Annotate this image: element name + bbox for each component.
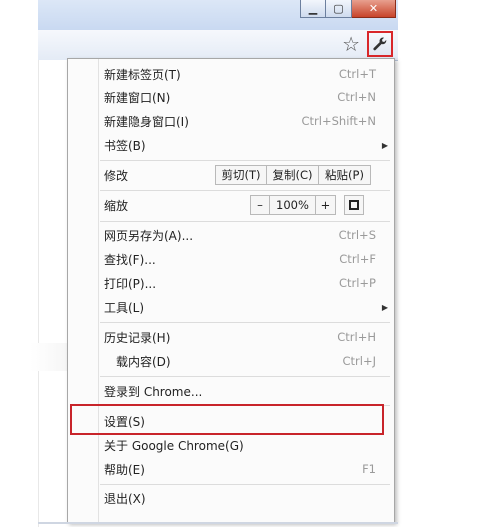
menu-item-label: 关于 Google Chrome(G) — [104, 438, 244, 453]
menu-item-tools[interactable]: 工具(L) ▶ — [104, 296, 388, 318]
wrench-menu-button[interactable] — [367, 31, 393, 57]
menu-item-label: 查找(F)... — [104, 252, 156, 267]
menu-item-new-window[interactable]: 新建窗口(N) Ctrl+N — [104, 86, 376, 108]
menu-item-bookmarks[interactable]: 书签(B) ▶ — [104, 134, 388, 156]
menu-separator — [100, 160, 390, 161]
menu-item-shortcut: Ctrl+N — [337, 90, 376, 104]
menu-item-incognito[interactable]: 新建隐身窗口(I) Ctrl+Shift+N — [104, 110, 376, 132]
settings-highlight-box — [70, 404, 384, 435]
zoom-in-button[interactable]: + — [316, 195, 336, 215]
menu-gutter — [98, 59, 99, 522]
menu-item-label: 退出(X) — [104, 491, 146, 506]
menu-item-sign-in[interactable]: 登录到 Chrome... — [104, 380, 376, 402]
menu-item-label: 工具(L) — [104, 300, 145, 315]
window-controls: ▁ ▢ ✕ — [300, 0, 396, 20]
zoom-out-button[interactable]: – — [250, 195, 270, 215]
wrench-icon — [373, 37, 387, 51]
menu-item-label: 缩放 — [104, 198, 129, 213]
menu-item-find[interactable]: 查找(F)... Ctrl+F — [104, 248, 376, 270]
menu-item-shortcut: Ctrl+T — [338, 67, 376, 81]
menu-separator — [100, 376, 390, 377]
close-icon[interactable]: ✕ — [352, 0, 396, 18]
menu-item-shortcut: Ctrl+J — [342, 354, 377, 368]
page-content-edge — [38, 60, 69, 527]
menu-item-new-tab[interactable]: 新建标签页(T) Ctrl+T — [104, 63, 376, 85]
menu-separator — [100, 484, 390, 485]
menu-item-label: 帮助(E) — [104, 462, 145, 477]
menu-item-shortcut: Ctrl+F — [339, 252, 376, 266]
menu-item-shortcut: Ctrl+Shift+N — [301, 114, 376, 128]
menu-item-shortcut: Ctrl+P — [338, 276, 376, 290]
chrome-main-menu: 新建标签页(T) Ctrl+T 新建窗口(N) Ctrl+N 新建隐身窗口(I)… — [67, 58, 395, 523]
menu-item-help[interactable]: 帮助(E) F1 — [104, 458, 376, 480]
menu-item-label: 打印(P)... — [104, 276, 157, 291]
menu-item-history[interactable]: 历史记录(H) Ctrl+H — [104, 326, 376, 348]
menu-item-shortcut: F1 — [362, 462, 376, 476]
menu-item-label: 登录到 Chrome... — [104, 384, 203, 399]
menu-item-label: 书签(B) — [104, 138, 146, 153]
edit-button-group: 剪切(T) 复制(C) 粘贴(P) — [215, 165, 371, 185]
menu-item-label: 载内容(D) — [116, 354, 171, 369]
fullscreen-button[interactable] — [344, 195, 364, 215]
menu-item-exit[interactable]: 退出(X) — [104, 487, 376, 509]
menu-separator — [100, 221, 390, 222]
menu-item-label: 网页另存为(A)... — [104, 228, 194, 243]
menu-item-label: 新建隐身窗口(I) — [104, 114, 189, 129]
menu-item-downloads[interactable]: 载内容(D) Ctrl+J — [104, 350, 376, 372]
menu-item-save-as[interactable]: 网页另存为(A)... Ctrl+S — [104, 224, 376, 246]
cut-button[interactable]: 剪切(T) — [215, 165, 267, 185]
submenu-arrow-icon: ▶ — [381, 140, 388, 150]
window-titlebar: ▁ ▢ ✕ — [38, 0, 398, 31]
menu-item-shortcut: Ctrl+S — [338, 228, 376, 242]
paste-button[interactable]: 粘贴(P) — [319, 165, 371, 185]
zoom-level: 100% — [270, 195, 316, 215]
menu-item-label: 新建窗口(N) — [104, 90, 171, 105]
bookmark-star-icon[interactable]: ☆ — [342, 34, 360, 54]
menu-item-shortcut: Ctrl+H — [337, 330, 376, 344]
submenu-arrow-icon: ▶ — [381, 302, 388, 312]
menu-item-label: 新建标签页(T) — [104, 67, 181, 82]
copy-button[interactable]: 复制(C) — [267, 165, 319, 185]
menu-separator — [100, 322, 390, 323]
browser-toolbar: ☆ — [38, 30, 398, 61]
window-bottom-edge — [38, 522, 398, 524]
menu-item-label: 修改 — [104, 168, 129, 183]
zoom-controls: – 100% + — [250, 195, 336, 215]
menu-item-label: 历史记录(H) — [104, 330, 171, 345]
maximize-icon[interactable]: ▢ — [326, 0, 352, 18]
menu-item-about[interactable]: 关于 Google Chrome(G) — [104, 434, 376, 456]
menu-item-print[interactable]: 打印(P)... Ctrl+P — [104, 272, 376, 294]
menu-separator — [100, 190, 390, 191]
minimize-icon[interactable]: ▁ — [300, 0, 326, 18]
fullscreen-icon — [349, 200, 359, 210]
